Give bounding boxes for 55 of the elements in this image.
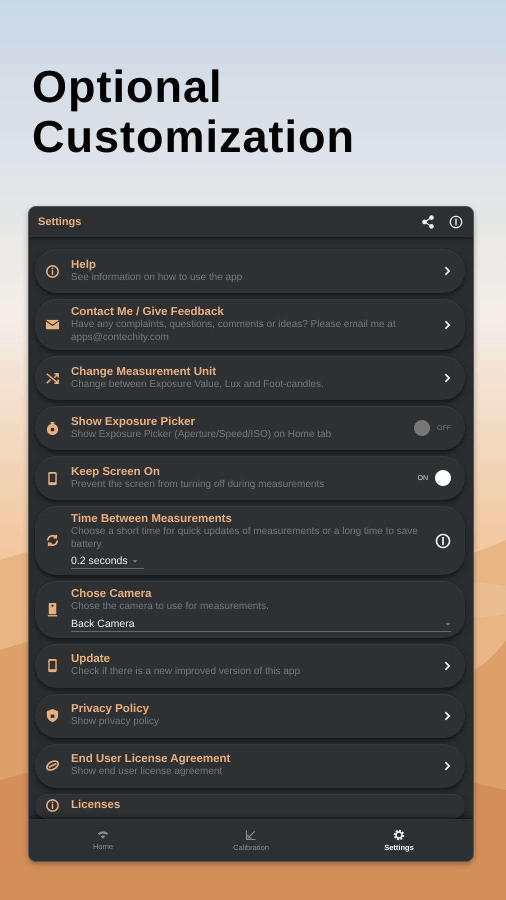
row-title: Time Between Measurements — [71, 512, 233, 526]
shield-icon — [45, 708, 60, 723]
info-icon — [45, 798, 60, 812]
dropdown[interactable]: 0.2 seconds — [71, 553, 144, 569]
row-title: Chose Camera — [71, 587, 153, 601]
link-icon — [45, 758, 60, 773]
settings-row[interactable]: End User License Agreement Show end user license agreement — [35, 744, 465, 788]
settings-icon — [393, 828, 405, 840]
headline: Customization — [32, 112, 355, 162]
caret-icon — [132, 558, 138, 564]
settings-row[interactable]: Help See information on how to use the app — [35, 249, 465, 293]
mail-icon — [45, 317, 60, 332]
info-icon[interactable] — [449, 215, 463, 229]
settings-row[interactable]: Change Measurement Unit Change between Exposure Value, Lux and Foot-candles. — [35, 356, 465, 400]
chevron-icon — [444, 760, 451, 770]
dropdown[interactable]: Back Camera — [71, 616, 451, 632]
row-title: Licenses — [71, 798, 122, 812]
row-description: Choose a short time for quick updates of measurements or a long time to save battery — [71, 526, 419, 551]
chevron-icon — [444, 660, 451, 670]
camera-icon — [45, 602, 60, 617]
row-description: Chose the camera to use for measurements. — [71, 601, 270, 614]
row-description: Show end user license agreement — [71, 766, 224, 779]
chart-arrow-icon — [245, 828, 257, 840]
chevron-icon — [444, 266, 451, 276]
shuffle-icon — [45, 370, 60, 386]
settings-row[interactable]: Contact Me / Give Feedback Have any complaints, questions, comments or ideas? Please email me at apps@contechity.com — [35, 299, 465, 350]
settings-row[interactable]: Privacy Policy Show privacy policy — [35, 694, 465, 738]
chevron-icon — [444, 373, 451, 383]
row-title: Update — [71, 652, 111, 666]
row-description: Change between Exposure Value, Lux and Foot-candles. — [71, 378, 325, 392]
wifi-icon — [97, 830, 109, 840]
row-description: Prevent the screen from turning off during measurements — [71, 478, 326, 492]
row-title: End User License Agreement — [71, 752, 232, 766]
chevron-icon — [444, 710, 451, 720]
row-description: Have any complaints, questions, comments or ideas? Please email me at apps@contechity.com — [71, 319, 397, 344]
settings-row[interactable]: Time Between Measurements Choose a short time for quick updates of measurements or a long time to save battery 0.2 seconds — [35, 506, 465, 575]
row-title: Help — [71, 258, 97, 272]
row-description: See information on how to use the app — [71, 272, 244, 284]
row-title: Change Measurement Unit — [71, 364, 218, 379]
row-description: Check if there is a new improved version of this app — [71, 666, 301, 679]
chevron-icon — [444, 320, 451, 330]
settings-row[interactable]: Chose Camera Chose the camera to use for measurements. Back Camera — [35, 581, 465, 638]
headline: Optional — [32, 62, 222, 112]
refresh-icon — [45, 533, 60, 548]
share-icon[interactable] — [421, 215, 435, 229]
row-title: Show Exposure Picker — [71, 414, 196, 429]
screen-title: Settings — [38, 216, 82, 228]
settings-row[interactable]: Update Check if there is a new improved version of this app — [35, 644, 465, 688]
row-description: Show Exposure Picker (Aperture/Speed/ISO) on Home tab — [71, 428, 332, 442]
timer-icon — [45, 420, 60, 436]
row-title: Keep Screen On — [71, 464, 161, 479]
row-title: Privacy Policy — [71, 702, 150, 716]
info-icon — [45, 264, 60, 278]
row-title: Contact Me / Give Feedback — [71, 305, 225, 319]
row-description: Show privacy policy — [71, 716, 160, 729]
